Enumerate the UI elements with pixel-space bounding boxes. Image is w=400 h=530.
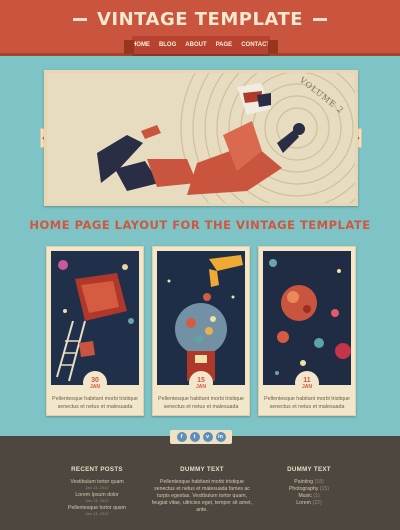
logo-text[interactable]: VINTAGE TEMPLATE: [97, 9, 303, 30]
card-2[interactable]: 15 JAN Pellentesque habitant morbi trist…: [152, 246, 250, 416]
nav-home[interactable]: HOME: [132, 42, 150, 48]
card-3-image: [263, 251, 351, 385]
card-1[interactable]: 30 JAN Pellentesque habitant morbi trist…: [46, 246, 144, 416]
category-link[interactable]: Photography (15): [264, 486, 354, 493]
logo-left-dash: [72, 17, 87, 21]
card-2-image: [157, 251, 245, 385]
category-name: Painting: [294, 479, 314, 485]
logo[interactable]: VINTAGE TEMPLATE: [0, 6, 400, 32]
post-date: Jan 13, 2012: [85, 511, 109, 516]
section-title: HOME PAGE LAYOUT FOR THE VINTAGE TEMPLAT…: [29, 218, 371, 232]
post-date: Jan 13, 2012: [85, 485, 109, 490]
site-header: VINTAGE TEMPLATE HOME BLOG ABOUT PAGE CO…: [0, 0, 400, 56]
category-count: (15): [319, 486, 330, 492]
category-count: (22): [312, 500, 322, 506]
logo-right-dash: [313, 17, 328, 21]
card-1-text: Pellentesque habitant morbi tristique se…: [52, 396, 138, 410]
date-month: JAN: [195, 383, 206, 390]
dummy-text-body: Pellentesque habitant morbi tristique se…: [151, 479, 253, 513]
main-nav: HOME BLOG ABOUT PAGE CONTACT: [124, 36, 278, 54]
facebook-icon[interactable]: f: [176, 432, 187, 442]
linkedin-icon[interactable]: in: [215, 432, 226, 442]
dummy-text-column: DUMMY TEXT Pellentesque habitant morbi t…: [150, 466, 254, 514]
card-3[interactable]: 11 JAN Pellentesque habitant morbi trist…: [258, 246, 356, 416]
nav-contact[interactable]: CONTACT: [241, 42, 270, 48]
nav-about[interactable]: ABOUT: [185, 42, 206, 48]
card-2-text: Pellentesque habitant morbi tristique se…: [158, 396, 244, 410]
date-month: JAN: [89, 383, 100, 390]
hero-illustration: [47, 73, 355, 203]
nav-blog[interactable]: BLOG: [159, 42, 176, 48]
post-date: Jan 13, 2012: [85, 498, 109, 503]
nav-page[interactable]: PAGE: [216, 42, 233, 48]
category-name: Photography: [288, 486, 319, 492]
recent-posts-heading: RECENT POSTS: [71, 466, 123, 473]
hero-slider[interactable]: VOLUME 2: [44, 70, 358, 206]
recent-posts-column: RECENT POSTS Vestibulum tortor quam Jan …: [52, 466, 142, 518]
category-name: Lorem: [296, 500, 312, 506]
category-count: (1): [313, 493, 320, 499]
category-name: Music: [298, 493, 312, 499]
category-link[interactable]: Painting (18): [264, 479, 354, 486]
dummy-text-heading: DUMMY TEXT: [180, 466, 224, 473]
category-link[interactable]: Lorem (22): [264, 500, 354, 507]
vimeo-icon[interactable]: v: [202, 432, 213, 442]
category-link[interactable]: Music (1): [264, 493, 354, 500]
site-footer: f t v in RECENT POSTS Vestibulum tortor …: [0, 430, 400, 530]
card-2-date: 15 JAN: [189, 371, 213, 395]
categories-column: DUMMY TEXT Painting (18) Photography (15…: [264, 466, 354, 507]
twitter-icon[interactable]: t: [189, 432, 200, 442]
category-count: (18): [314, 479, 324, 485]
card-1-date: 30 JAN: [83, 371, 107, 395]
date-day: 30: [91, 376, 99, 384]
categories-heading: DUMMY TEXT: [287, 466, 331, 473]
date-month: JAN: [301, 383, 312, 390]
card-1-image: [51, 251, 139, 385]
card-3-date: 11 JAN: [295, 371, 319, 395]
card-3-text: Pellentesque habitant morbi tristique se…: [264, 396, 350, 410]
date-day: 15: [197, 376, 205, 384]
social-bar: f t v in: [170, 430, 232, 444]
date-day: 11: [303, 376, 311, 384]
